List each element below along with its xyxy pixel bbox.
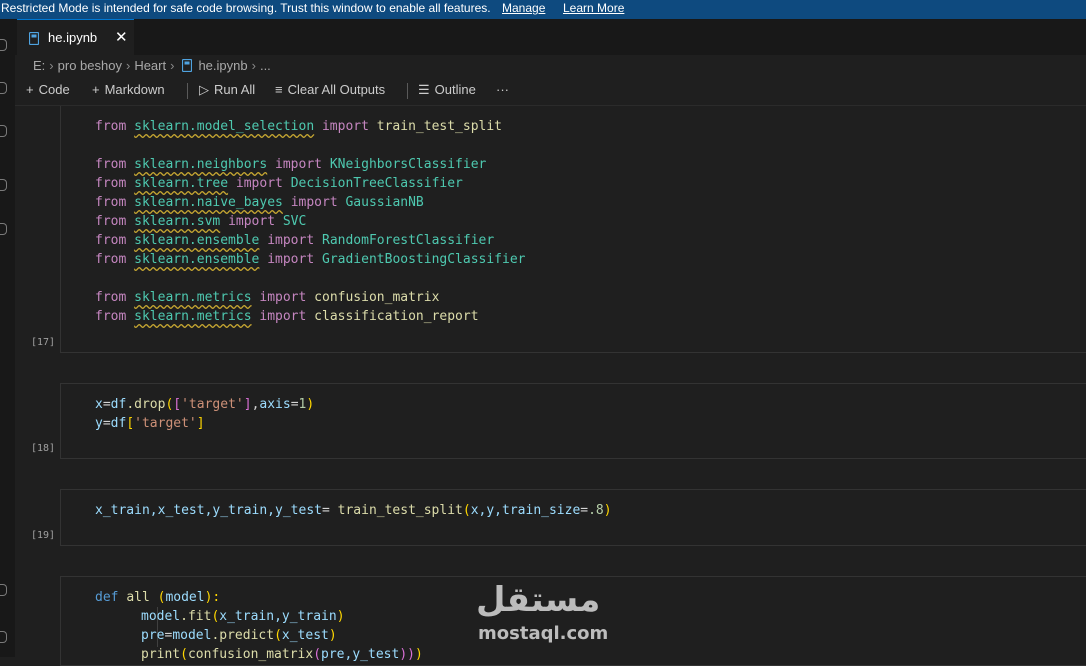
breadcrumb-folder-heart[interactable]: Heart bbox=[134, 58, 166, 73]
execution-count: [18] bbox=[31, 443, 56, 454]
clear-all-outputs-button[interactable]: ≡ Clear All Outputs bbox=[275, 82, 385, 97]
code-line: from sklearn.tree import DecisionTreeCla… bbox=[95, 176, 463, 191]
code-line: from sklearn.model_selection import trai… bbox=[95, 119, 503, 134]
outline-icon: ☰ bbox=[418, 82, 430, 97]
plus-icon: + bbox=[26, 82, 34, 97]
code-line: from sklearn.naive_bayes import Gaussian… bbox=[95, 195, 424, 210]
account-icon[interactable] bbox=[0, 584, 7, 596]
editor-tab-bar: he.ipynb ✕ bbox=[15, 19, 1086, 55]
add-code-label: Code bbox=[38, 82, 70, 97]
add-markdown-label: Markdown bbox=[104, 82, 165, 97]
code-line: from sklearn.metrics import classificati… bbox=[95, 309, 479, 324]
code-line: y=df['target'] bbox=[95, 416, 205, 431]
source-control-icon[interactable] bbox=[0, 125, 7, 137]
clear-outputs-icon: ≡ bbox=[275, 82, 283, 97]
code-cell-17[interactable]: from sklearn.model_selection import trai… bbox=[60, 106, 1086, 353]
execution-count: [17] bbox=[31, 337, 56, 348]
add-code-cell-button[interactable]: + Code bbox=[26, 82, 70, 97]
activity-bar bbox=[0, 19, 15, 657]
notebook-toolbar: + Code + Markdown ▷ Run All ≡ Clear All Outp… bbox=[15, 79, 1086, 106]
code-line: x=df.drop(['target'],axis=1) bbox=[95, 397, 315, 412]
breadcrumb-file[interactable]: he.ipynb bbox=[198, 58, 247, 73]
breadcrumb-folder-pro-beshoy[interactable]: pro beshoy bbox=[58, 58, 122, 73]
chevron-right-icon: › bbox=[251, 58, 256, 73]
chevron-right-icon: › bbox=[49, 58, 54, 73]
mostaql-watermark: مستقل mostaql.com bbox=[476, 580, 608, 644]
code-line: print(confusion_matrix(pre,y_test))) bbox=[141, 647, 423, 662]
code-line: from sklearn.metrics import confusion_ma… bbox=[95, 290, 440, 305]
watermark-arabic: مستقل bbox=[476, 580, 601, 620]
manage-link[interactable]: Manage bbox=[502, 0, 545, 17]
clear-outputs-label: Clear All Outputs bbox=[287, 82, 386, 97]
run-all-label: Run All bbox=[214, 82, 256, 97]
explorer-icon[interactable] bbox=[0, 39, 7, 51]
code-line: pre=model.predict(x_test) bbox=[141, 628, 337, 643]
breadcrumb-more[interactable]: ... bbox=[260, 58, 271, 73]
add-markdown-cell-button[interactable]: + Markdown bbox=[92, 82, 165, 97]
watermark-latin: mostaql.com bbox=[478, 623, 609, 644]
code-line: from sklearn.neighbors import KNeighbors… bbox=[95, 157, 487, 172]
code-line: from sklearn.svm import SVC bbox=[95, 214, 307, 229]
extensions-icon[interactable] bbox=[0, 223, 7, 235]
chevron-right-icon: › bbox=[170, 58, 175, 73]
code-cell-18[interactable]: x=df.drop(['target'],axis=1) y=df['targe… bbox=[60, 383, 1086, 459]
tab-he-ipynb[interactable]: he.ipynb ✕ bbox=[17, 19, 134, 55]
plus-icon: + bbox=[92, 82, 100, 97]
run-all-icon: ▷ bbox=[199, 82, 209, 97]
run-all-button[interactable]: ▷ Run All bbox=[199, 82, 255, 98]
toolbar-divider bbox=[407, 83, 408, 99]
outline-label: Outline bbox=[434, 82, 476, 97]
code-cell-19[interactable]: x_train,x_test,y_train,y_test= train_tes… bbox=[60, 489, 1086, 546]
settings-gear-icon[interactable] bbox=[0, 631, 7, 643]
code-line: model.fit(x_train,y_train) bbox=[141, 609, 345, 624]
learn-more-link[interactable]: Learn More bbox=[563, 0, 624, 17]
code-line: def all (model): bbox=[95, 590, 221, 605]
code-line: from sklearn.ensemble import RandomFores… bbox=[95, 233, 495, 248]
toolbar-divider bbox=[187, 83, 188, 99]
breadcrumb-drive[interactable]: E: bbox=[33, 58, 45, 73]
run-debug-icon[interactable] bbox=[0, 179, 7, 191]
notebook-file-icon bbox=[29, 32, 39, 45]
code-line: from sklearn.ensemble import GradientBoo… bbox=[95, 252, 526, 267]
notebook-file-icon bbox=[182, 58, 193, 73]
banner-message: Restricted Mode is intended for safe cod… bbox=[1, 1, 491, 15]
chevron-right-icon: › bbox=[125, 58, 131, 73]
execution-count: [19] bbox=[31, 530, 56, 541]
breadcrumb: E: › pro beshoy › Heart › he.ipynb ›... bbox=[33, 58, 271, 73]
outline-button[interactable]: ☰ Outline bbox=[418, 82, 476, 98]
tab-title: he.ipynb bbox=[48, 30, 98, 45]
code-line: x_train,x_test,y_train,y_test= train_tes… bbox=[95, 503, 612, 518]
close-tab-icon[interactable]: ✕ bbox=[115, 28, 128, 46]
search-icon[interactable] bbox=[0, 82, 7, 94]
more-actions-button[interactable]: ··· bbox=[496, 82, 509, 97]
restricted-mode-banner: Restricted Mode is intended for safe cod… bbox=[0, 0, 1086, 19]
